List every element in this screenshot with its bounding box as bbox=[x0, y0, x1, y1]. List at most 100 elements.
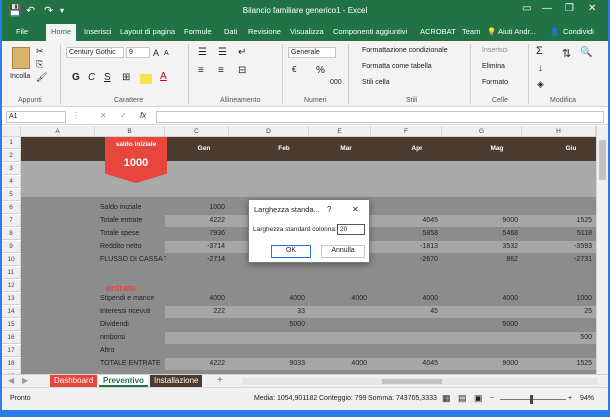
format-painter-icon[interactable]: 🖌 bbox=[36, 72, 47, 83]
value-cell[interactable]: 4045 bbox=[371, 215, 438, 227]
value-cell[interactable] bbox=[371, 319, 438, 331]
value-cell[interactable]: 4045 bbox=[371, 358, 438, 370]
value-cell[interactable]: -2731 bbox=[522, 254, 592, 266]
value-cell[interactable] bbox=[309, 319, 367, 331]
row-header[interactable]: 9 bbox=[2, 241, 21, 253]
add-sheet-button[interactable]: + bbox=[217, 375, 223, 386]
paste-icon[interactable] bbox=[12, 47, 30, 69]
conditional-formatting-button[interactable]: Formattazione condizionale bbox=[362, 47, 448, 54]
tab-page-layout[interactable]: Layout di pagina bbox=[120, 27, 175, 36]
share-icon[interactable]: 👤 bbox=[550, 27, 559, 36]
value-cell[interactable] bbox=[442, 345, 518, 357]
underline-button[interactable]: S bbox=[104, 72, 111, 83]
zoom-level[interactable]: 94% bbox=[580, 395, 594, 402]
row-header[interactable]: 10 bbox=[2, 254, 21, 266]
lightbulb-icon[interactable]: 💡 bbox=[487, 27, 496, 36]
value-cell[interactable] bbox=[309, 306, 367, 318]
value-cell[interactable]: -2670 bbox=[371, 254, 438, 266]
value-cell[interactable]: 862 bbox=[442, 254, 518, 266]
format-as-table-button[interactable]: Formatta come tabella bbox=[362, 63, 432, 70]
row-header[interactable]: 14 bbox=[2, 306, 21, 318]
fill-icon[interactable]: ↓ bbox=[538, 63, 543, 74]
column-header[interactable]: H bbox=[522, 126, 596, 137]
value-cell[interactable]: 4000 bbox=[229, 293, 305, 305]
row-header[interactable]: 5 bbox=[2, 189, 21, 201]
row-header[interactable]: 7 bbox=[2, 215, 21, 227]
shrink-font-icon[interactable]: A bbox=[164, 50, 169, 57]
value-cell[interactable]: 1525 bbox=[522, 358, 592, 370]
row-header[interactable]: 13 bbox=[2, 293, 21, 305]
row-header[interactable]: 4 bbox=[2, 176, 21, 188]
horizontal-scrollbar[interactable] bbox=[242, 378, 598, 385]
value-cell[interactable]: 9000 bbox=[442, 358, 518, 370]
row-header[interactable]: 18 bbox=[2, 358, 21, 370]
prev-sheet-icon[interactable]: ◀ bbox=[8, 376, 14, 385]
value-cell[interactable]: 3532 bbox=[442, 241, 518, 253]
merge-icon[interactable]: ⊟ bbox=[238, 65, 246, 76]
find-select-icon[interactable]: 🔍 bbox=[580, 47, 592, 58]
column-header[interactable]: C bbox=[165, 126, 229, 137]
value-cell[interactable] bbox=[522, 319, 592, 331]
page-layout-view-icon[interactable]: ▤ bbox=[458, 393, 467, 404]
value-cell[interactable]: 4000 bbox=[442, 293, 518, 305]
align-top-icon[interactable]: ☰ bbox=[198, 47, 207, 58]
tell-me-box[interactable]: Aiuti Andr... bbox=[498, 27, 536, 36]
share-button[interactable]: Condividi bbox=[563, 27, 594, 36]
row-header[interactable]: 12 bbox=[2, 280, 21, 292]
value-cell[interactable] bbox=[442, 306, 518, 318]
value-cell[interactable]: 25 bbox=[522, 306, 592, 318]
align-left-icon[interactable]: ≡ bbox=[198, 65, 204, 76]
value-cell[interactable]: 5468 bbox=[442, 228, 518, 240]
value-cell[interactable]: 4000 bbox=[371, 293, 438, 305]
column-header[interactable]: D bbox=[229, 126, 309, 137]
wrap-text-icon[interactable]: ↵ bbox=[238, 47, 246, 58]
value-cell[interactable]: 4222 bbox=[165, 215, 225, 227]
value-cell[interactable] bbox=[522, 202, 592, 214]
horizontal-scroll-thumb[interactable] bbox=[382, 379, 442, 384]
paste-button[interactable]: Incolla bbox=[10, 73, 30, 80]
value-cell[interactable]: 5000 bbox=[229, 319, 305, 331]
value-cell[interactable]: 9000 bbox=[442, 215, 518, 227]
page-break-view-icon[interactable]: ▣ bbox=[474, 393, 483, 404]
value-cell[interactable] bbox=[371, 345, 438, 357]
format-cells-button[interactable]: Formato bbox=[482, 79, 508, 86]
clear-icon[interactable]: ◈ bbox=[537, 79, 544, 90]
tab-home[interactable]: Home bbox=[46, 24, 77, 41]
value-cell[interactable]: 9033 bbox=[229, 358, 305, 370]
fill-color-icon[interactable] bbox=[140, 74, 152, 84]
value-cell[interactable] bbox=[309, 345, 367, 357]
dialog-close-icon[interactable]: ✕ bbox=[352, 205, 359, 214]
name-box[interactable]: A1 bbox=[6, 111, 66, 123]
insert-cells-button[interactable]: Inserisci bbox=[482, 47, 508, 54]
row-header[interactable]: 8 bbox=[2, 228, 21, 240]
value-cell[interactable]: -3714 bbox=[165, 241, 225, 253]
tab-file[interactable]: File bbox=[16, 27, 28, 36]
formula-input[interactable] bbox=[156, 111, 604, 123]
value-cell[interactable] bbox=[229, 332, 305, 344]
minimize-icon[interactable]: — bbox=[542, 3, 552, 14]
tab-data[interactable]: Dati bbox=[224, 27, 237, 36]
align-center-icon[interactable]: ≡ bbox=[218, 65, 224, 76]
value-cell[interactable]: -2714 bbox=[165, 254, 225, 266]
help-icon[interactable]: ? bbox=[327, 205, 331, 214]
ribbon-options-icon[interactable]: ▭ bbox=[522, 3, 531, 14]
value-cell[interactable] bbox=[165, 332, 225, 344]
sheet-tab-dashboard[interactable]: Dashboard bbox=[50, 375, 98, 387]
tab-acrobat[interactable]: ACROBAT bbox=[420, 27, 456, 36]
vertical-scrollbar[interactable] bbox=[596, 126, 608, 374]
insert-function-icon[interactable]: fx bbox=[140, 111, 146, 120]
value-cell[interactable]: -3593 bbox=[522, 241, 592, 253]
value-cell[interactable]: 7936 bbox=[165, 228, 225, 240]
row-header[interactable]: 1 bbox=[2, 137, 21, 149]
value-cell[interactable] bbox=[371, 202, 438, 214]
next-sheet-icon[interactable]: ▶ bbox=[22, 376, 28, 385]
font-size-select[interactable]: 9 bbox=[126, 47, 150, 58]
cell-styles-button[interactable]: Stili cella bbox=[362, 79, 390, 86]
tab-addins[interactable]: Componenti aggiuntivi bbox=[333, 27, 407, 36]
font-name-select[interactable]: Century Gothic bbox=[66, 47, 124, 58]
tab-team[interactable]: Team bbox=[462, 27, 480, 36]
cancel-icon[interactable]: ✕ bbox=[100, 111, 107, 120]
value-cell[interactable]: 5000 bbox=[442, 319, 518, 331]
zoom-slider-thumb[interactable] bbox=[530, 395, 533, 404]
number-format-select[interactable]: Generale bbox=[288, 47, 336, 58]
